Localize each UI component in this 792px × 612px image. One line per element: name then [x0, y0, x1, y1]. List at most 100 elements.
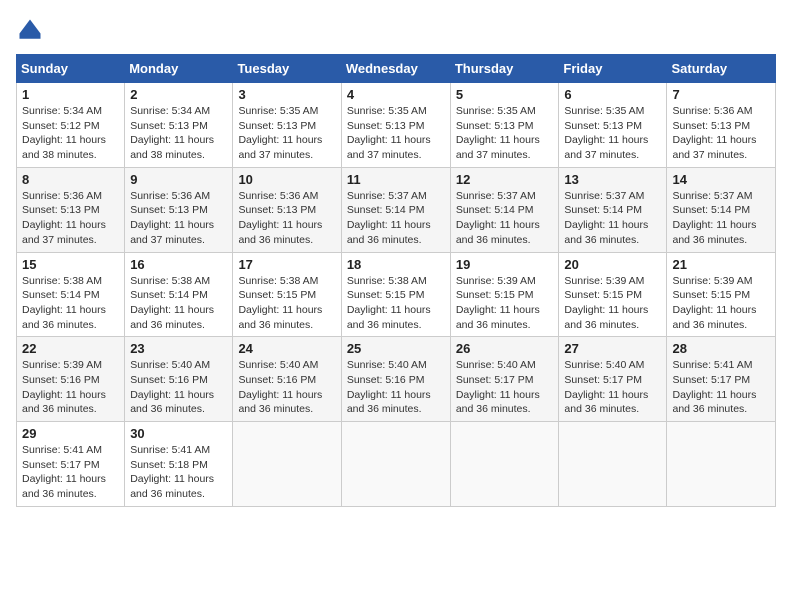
calendar-day-cell: 9 Sunrise: 5:36 AM Sunset: 5:13 PM Daylig…	[125, 167, 233, 252]
day-info: Sunrise: 5:39 AM Sunset: 5:16 PM Dayligh…	[22, 358, 119, 417]
day-info: Sunrise: 5:41 AM Sunset: 5:17 PM Dayligh…	[22, 443, 119, 502]
calendar-week-row: 8 Sunrise: 5:36 AM Sunset: 5:13 PM Daylig…	[17, 167, 776, 252]
day-number: 15	[22, 257, 119, 272]
day-info: Sunrise: 5:38 AM Sunset: 5:14 PM Dayligh…	[130, 274, 227, 333]
logo	[16, 16, 48, 44]
day-number: 20	[564, 257, 661, 272]
day-info: Sunrise: 5:37 AM Sunset: 5:14 PM Dayligh…	[672, 189, 770, 248]
calendar-day-cell: 21 Sunrise: 5:39 AM Sunset: 5:15 PM Dayli…	[667, 252, 776, 337]
calendar-week-row: 15 Sunrise: 5:38 AM Sunset: 5:14 PM Dayli…	[17, 252, 776, 337]
page-header	[16, 16, 776, 44]
day-info: Sunrise: 5:38 AM Sunset: 5:15 PM Dayligh…	[238, 274, 335, 333]
day-info: Sunrise: 5:41 AM Sunset: 5:18 PM Dayligh…	[130, 443, 227, 502]
calendar-day-cell: 26 Sunrise: 5:40 AM Sunset: 5:17 PM Dayli…	[450, 337, 559, 422]
calendar-day-cell: 20 Sunrise: 5:39 AM Sunset: 5:15 PM Dayli…	[559, 252, 667, 337]
day-info: Sunrise: 5:40 AM Sunset: 5:16 PM Dayligh…	[238, 358, 335, 417]
day-info: Sunrise: 5:35 AM Sunset: 5:13 PM Dayligh…	[564, 104, 661, 163]
calendar-day-cell: 29 Sunrise: 5:41 AM Sunset: 5:17 PM Dayli…	[17, 422, 125, 507]
day-info: Sunrise: 5:35 AM Sunset: 5:13 PM Dayligh…	[347, 104, 445, 163]
calendar-day-cell: 14 Sunrise: 5:37 AM Sunset: 5:14 PM Dayli…	[667, 167, 776, 252]
day-info: Sunrise: 5:40 AM Sunset: 5:16 PM Dayligh…	[347, 358, 445, 417]
day-info: Sunrise: 5:36 AM Sunset: 5:13 PM Dayligh…	[238, 189, 335, 248]
day-number: 22	[22, 341, 119, 356]
calendar-day-cell	[341, 422, 450, 507]
day-number: 3	[238, 87, 335, 102]
calendar-day-cell: 27 Sunrise: 5:40 AM Sunset: 5:17 PM Dayli…	[559, 337, 667, 422]
day-number: 23	[130, 341, 227, 356]
day-of-week-header: Thursday	[450, 55, 559, 83]
day-info: Sunrise: 5:38 AM Sunset: 5:14 PM Dayligh…	[22, 274, 119, 333]
calendar-table: SundayMondayTuesdayWednesdayThursdayFrid…	[16, 54, 776, 507]
day-number: 1	[22, 87, 119, 102]
day-info: Sunrise: 5:36 AM Sunset: 5:13 PM Dayligh…	[22, 189, 119, 248]
day-info: Sunrise: 5:39 AM Sunset: 5:15 PM Dayligh…	[456, 274, 554, 333]
calendar-day-cell: 1 Sunrise: 5:34 AM Sunset: 5:12 PM Daylig…	[17, 83, 125, 168]
day-number: 30	[130, 426, 227, 441]
calendar-day-cell: 8 Sunrise: 5:36 AM Sunset: 5:13 PM Daylig…	[17, 167, 125, 252]
day-info: Sunrise: 5:37 AM Sunset: 5:14 PM Dayligh…	[564, 189, 661, 248]
day-of-week-header: Friday	[559, 55, 667, 83]
day-number: 6	[564, 87, 661, 102]
calendar-day-cell	[559, 422, 667, 507]
day-number: 14	[672, 172, 770, 187]
logo-icon	[16, 16, 44, 44]
day-info: Sunrise: 5:37 AM Sunset: 5:14 PM Dayligh…	[347, 189, 445, 248]
calendar-day-cell: 28 Sunrise: 5:41 AM Sunset: 5:17 PM Dayli…	[667, 337, 776, 422]
day-info: Sunrise: 5:39 AM Sunset: 5:15 PM Dayligh…	[672, 274, 770, 333]
day-number: 27	[564, 341, 661, 356]
calendar-day-cell: 5 Sunrise: 5:35 AM Sunset: 5:13 PM Daylig…	[450, 83, 559, 168]
calendar-week-row: 29 Sunrise: 5:41 AM Sunset: 5:17 PM Dayli…	[17, 422, 776, 507]
calendar-day-cell: 10 Sunrise: 5:36 AM Sunset: 5:13 PM Dayli…	[233, 167, 341, 252]
calendar-header-row: SundayMondayTuesdayWednesdayThursdayFrid…	[17, 55, 776, 83]
calendar-day-cell: 17Sunrise: 5:38 AM Sunset: 5:15 PM Dayli…	[233, 252, 341, 337]
calendar-day-cell: 19Sunrise: 5:39 AM Sunset: 5:15 PM Dayli…	[450, 252, 559, 337]
day-number: 18	[347, 257, 445, 272]
day-number: 16	[130, 257, 227, 272]
day-of-week-header: Sunday	[17, 55, 125, 83]
day-info: Sunrise: 5:40 AM Sunset: 5:17 PM Dayligh…	[564, 358, 661, 417]
calendar-day-cell: 23Sunrise: 5:40 AM Sunset: 5:16 PM Dayli…	[125, 337, 233, 422]
day-number: 28	[672, 341, 770, 356]
calendar-week-row: 1 Sunrise: 5:34 AM Sunset: 5:12 PM Daylig…	[17, 83, 776, 168]
calendar-day-cell: 4Sunrise: 5:35 AM Sunset: 5:13 PM Daylig…	[341, 83, 450, 168]
day-number: 5	[456, 87, 554, 102]
calendar-day-cell: 12 Sunrise: 5:37 AM Sunset: 5:14 PM Dayli…	[450, 167, 559, 252]
day-of-week-header: Saturday	[667, 55, 776, 83]
day-info: Sunrise: 5:34 AM Sunset: 5:12 PM Dayligh…	[22, 104, 119, 163]
day-number: 10	[238, 172, 335, 187]
calendar-day-cell	[233, 422, 341, 507]
day-number: 25	[347, 341, 445, 356]
day-number: 2	[130, 87, 227, 102]
day-info: Sunrise: 5:36 AM Sunset: 5:13 PM Dayligh…	[130, 189, 227, 248]
day-of-week-header: Monday	[125, 55, 233, 83]
calendar-day-cell: 22 Sunrise: 5:39 AM Sunset: 5:16 PM Dayli…	[17, 337, 125, 422]
day-info: Sunrise: 5:39 AM Sunset: 5:15 PM Dayligh…	[564, 274, 661, 333]
calendar-week-row: 22 Sunrise: 5:39 AM Sunset: 5:16 PM Dayli…	[17, 337, 776, 422]
day-number: 12	[456, 172, 554, 187]
day-number: 21	[672, 257, 770, 272]
day-info: Sunrise: 5:37 AM Sunset: 5:14 PM Dayligh…	[456, 189, 554, 248]
calendar-day-cell: 13 Sunrise: 5:37 AM Sunset: 5:14 PM Dayli…	[559, 167, 667, 252]
calendar-day-cell: 18Sunrise: 5:38 AM Sunset: 5:15 PM Dayli…	[341, 252, 450, 337]
day-number: 13	[564, 172, 661, 187]
day-info: Sunrise: 5:35 AM Sunset: 5:13 PM Dayligh…	[238, 104, 335, 163]
day-number: 9	[130, 172, 227, 187]
calendar-day-cell: 15 Sunrise: 5:38 AM Sunset: 5:14 PM Dayli…	[17, 252, 125, 337]
calendar-day-cell: 25 Sunrise: 5:40 AM Sunset: 5:16 PM Dayli…	[341, 337, 450, 422]
day-info: Sunrise: 5:35 AM Sunset: 5:13 PM Dayligh…	[456, 104, 554, 163]
day-number: 24	[238, 341, 335, 356]
day-number: 26	[456, 341, 554, 356]
day-number: 29	[22, 426, 119, 441]
calendar-day-cell: 6 Sunrise: 5:35 AM Sunset: 5:13 PM Daylig…	[559, 83, 667, 168]
day-info: Sunrise: 5:40 AM Sunset: 5:17 PM Dayligh…	[456, 358, 554, 417]
calendar-day-cell: 11 Sunrise: 5:37 AM Sunset: 5:14 PM Dayli…	[341, 167, 450, 252]
calendar-day-cell	[450, 422, 559, 507]
day-info: Sunrise: 5:41 AM Sunset: 5:17 PM Dayligh…	[672, 358, 770, 417]
day-number: 8	[22, 172, 119, 187]
calendar-day-cell: 24 Sunrise: 5:40 AM Sunset: 5:16 PM Dayli…	[233, 337, 341, 422]
day-number: 11	[347, 172, 445, 187]
calendar-day-cell: 7Sunrise: 5:36 AM Sunset: 5:13 PM Daylig…	[667, 83, 776, 168]
calendar-day-cell: 30 Sunrise: 5:41 AM Sunset: 5:18 PM Dayli…	[125, 422, 233, 507]
calendar-day-cell	[667, 422, 776, 507]
day-info: Sunrise: 5:36 AM Sunset: 5:13 PM Dayligh…	[672, 104, 770, 163]
